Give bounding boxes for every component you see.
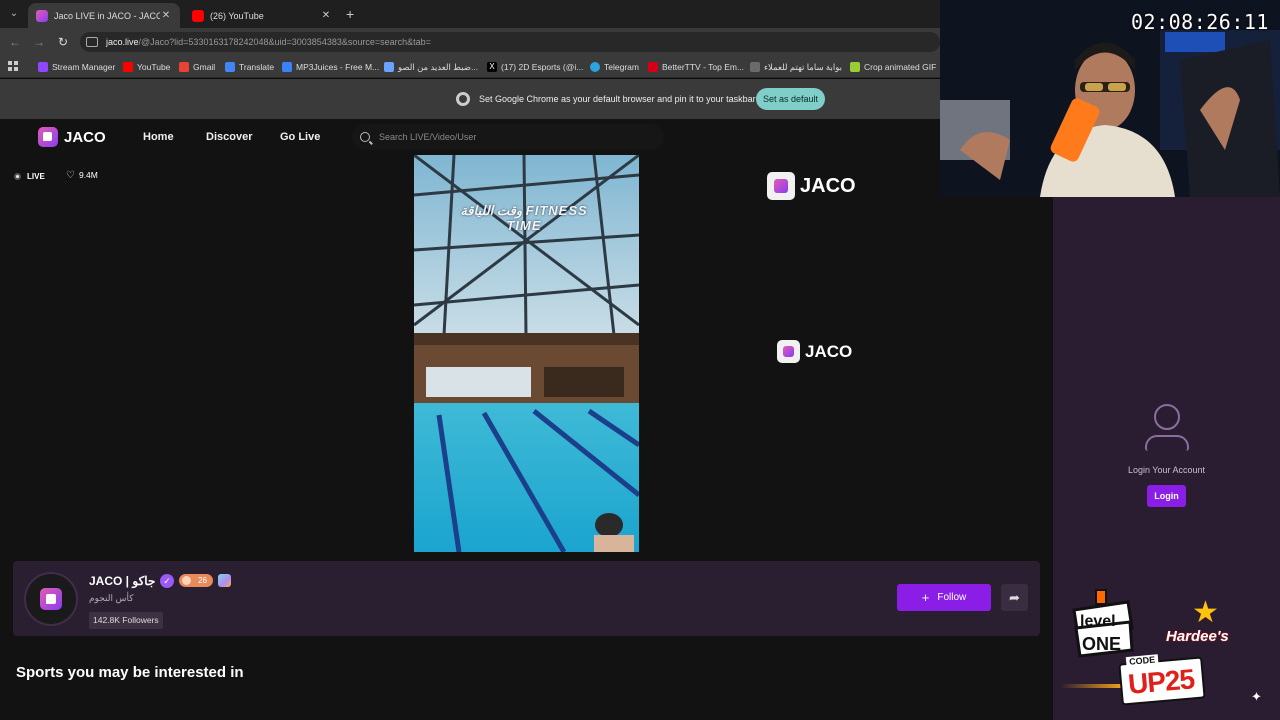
- ezgif-icon: [850, 62, 860, 72]
- live-dot-icon: [14, 172, 21, 180]
- svg-text:ONE: ONE: [1082, 634, 1121, 654]
- gem-badge-icon: [218, 574, 231, 587]
- likes-count: ♡ 9.4M: [66, 169, 98, 181]
- bookmark-mp3juices[interactable]: MP3Juices - Free M...: [282, 60, 379, 74]
- login-prompt: Login Your Account: [1127, 465, 1206, 475]
- sponsor-overlay: level ONE ★ Hardee's CODE UP25: [1060, 580, 1280, 720]
- bookmark-telegram[interactable]: Telegram: [590, 60, 639, 74]
- search-icon[interactable]: [360, 132, 370, 142]
- tab-title: (26) YouTube: [210, 10, 264, 21]
- browser-tab-strip: ⌄ Jaco LIVE in JACO - JACO ✕ (26) YouTub…: [0, 0, 940, 28]
- youtube-icon: [123, 62, 133, 72]
- channel-subtitle: كأس النجوم: [89, 593, 134, 603]
- search-input[interactable]: [379, 132, 639, 142]
- close-tab-icon[interactable]: ✕: [160, 10, 172, 21]
- share-arrow-icon: ➦: [1009, 590, 1020, 605]
- url-host: jaco.live: [106, 37, 139, 47]
- tab-search-chevron-icon[interactable]: ⌄: [6, 6, 22, 22]
- bookmarks-bar: Stream Manager YouTube Gmail Translate M…: [0, 56, 940, 78]
- promo-tag-body: CODE UP25: [1118, 654, 1206, 706]
- user-profile-icon: [1144, 404, 1190, 451]
- live-badge: LIVE: [14, 167, 45, 185]
- heart-icon: ♡: [66, 169, 75, 181]
- level-one-logo-icon: level ONE: [1072, 589, 1134, 658]
- search-bar[interactable]: [352, 124, 664, 150]
- bookmark-translate[interactable]: Translate: [225, 60, 274, 74]
- level-badge: 26: [179, 574, 213, 587]
- browser-toolbar: ← → ↻ jaco.live/@Jaco?lid=53301631782420…: [0, 28, 940, 56]
- reload-icon[interactable]: ↻: [56, 35, 70, 49]
- jaco-favicon-icon: [36, 9, 48, 22]
- forward-arrow-icon[interactable]: →: [32, 35, 46, 49]
- site-info-icon[interactable]: [86, 37, 98, 47]
- tab-jaco[interactable]: Jaco LIVE in JACO - JACO ✕: [28, 3, 180, 28]
- nav-discover[interactable]: Discover: [206, 131, 252, 143]
- level-one-logo: level ONE: [1066, 588, 1138, 660]
- share-button[interactable]: ➦: [1001, 584, 1028, 611]
- apps-grid-icon[interactable]: [8, 61, 18, 71]
- plus-icon: +: [921, 590, 930, 605]
- bookmark-arabic-1[interactable]: ضبط العديد من الصو...: [384, 60, 478, 74]
- betterttv-icon: [648, 62, 658, 72]
- sparkle-icon: ✦: [1251, 689, 1262, 704]
- jaco-avatar-icon: [40, 588, 62, 610]
- hardees-logo: ★ Hardee's: [1166, 598, 1246, 648]
- new-tab-plus-icon[interactable]: +: [346, 6, 354, 22]
- tab-title: Jaco LIVE in JACO - JACO: [54, 10, 160, 21]
- bookmark-2d-esports[interactable]: X (17) 2D Esports (@i...: [487, 60, 583, 74]
- chrome-logo-icon: [456, 92, 470, 106]
- sama-icon: [750, 62, 760, 72]
- close-tab-icon[interactable]: ✕: [320, 10, 332, 21]
- heart-shield-icon: [384, 62, 394, 72]
- code-value: UP25: [1126, 663, 1196, 700]
- url-path: /@Jaco?lid=5330163178242048&uid=30038543…: [138, 37, 431, 47]
- nav-go-live[interactable]: Go Live: [280, 131, 320, 143]
- default-browser-infobar: Set Google Chrome as your default browse…: [0, 79, 940, 119]
- x-icon: X: [487, 62, 497, 72]
- hardees-star-icon: ★: [1192, 596, 1219, 629]
- set-as-default-button[interactable]: Set as default: [756, 88, 825, 110]
- youtube-favicon-icon: [192, 9, 204, 22]
- bookmark-youtube[interactable]: YouTube: [123, 60, 170, 74]
- follow-button[interactable]: + Follow: [897, 584, 991, 611]
- jaco-logo[interactable]: JACO: [38, 127, 106, 147]
- tab-youtube[interactable]: (26) YouTube ✕: [184, 3, 340, 28]
- promo-code-tag: CODE UP25: [1060, 654, 1210, 708]
- followers-count: 142.8K Followers: [89, 612, 163, 629]
- telegram-icon: [590, 62, 600, 72]
- verified-check-icon: ✓: [160, 574, 174, 588]
- bookmark-betterttv[interactable]: BetterTTV - Top Em...: [648, 60, 744, 74]
- bookmark-gmail[interactable]: Gmail: [179, 60, 215, 74]
- bookmark-sama[interactable]: بوابة ساما تهتم للعملاء: [750, 60, 842, 74]
- stream-manager-icon: [38, 62, 48, 72]
- jaco-watermark-small: JACO: [777, 340, 852, 363]
- jaco-watermark-icon: [767, 172, 795, 200]
- level-one-text: level: [1080, 613, 1116, 630]
- channel-avatar[interactable]: [24, 572, 78, 626]
- infobar-message: Set Google Chrome as your default browse…: [479, 94, 756, 104]
- jaco-page: JACO Home Discover Go Live LIVE ♡ 9.4M: [0, 119, 1053, 720]
- jaco-watermark-icon: [777, 340, 800, 363]
- gmail-icon: [179, 62, 189, 72]
- bookmark-crop-gif[interactable]: Crop animated GIF: [850, 60, 936, 74]
- sports-section-heading: Sports you may be interested in: [16, 664, 244, 681]
- mp3juices-icon: [282, 62, 292, 72]
- back-arrow-icon[interactable]: ←: [8, 35, 22, 49]
- live-video-player[interactable]: وقت اللياقة FITNESS TIME: [414, 155, 639, 552]
- translate-icon: [225, 62, 235, 72]
- jaco-logo-icon: [38, 127, 58, 147]
- jaco-watermark-large: JACO: [767, 172, 856, 200]
- bookmark-stream-manager[interactable]: Stream Manager: [38, 60, 115, 74]
- address-bar[interactable]: jaco.live/@Jaco?lid=5330163178242048&uid…: [80, 32, 940, 52]
- stream-timer: 02:08:26:11: [1131, 10, 1269, 34]
- nav-home[interactable]: Home: [143, 131, 174, 143]
- hardees-wordmark: Hardee's: [1166, 628, 1229, 645]
- video-overlay-text: وقت اللياقة FITNESS TIME: [460, 203, 588, 233]
- channel-name[interactable]: JACO | جاكو: [89, 574, 155, 588]
- channel-info-card: JACO | جاكو ✓ 26 كأس النجوم 142.8K Follo…: [13, 561, 1040, 636]
- code-label: CODE: [1125, 654, 1159, 668]
- login-button[interactable]: Login: [1147, 485, 1186, 507]
- promo-swoosh: [1060, 684, 1122, 688]
